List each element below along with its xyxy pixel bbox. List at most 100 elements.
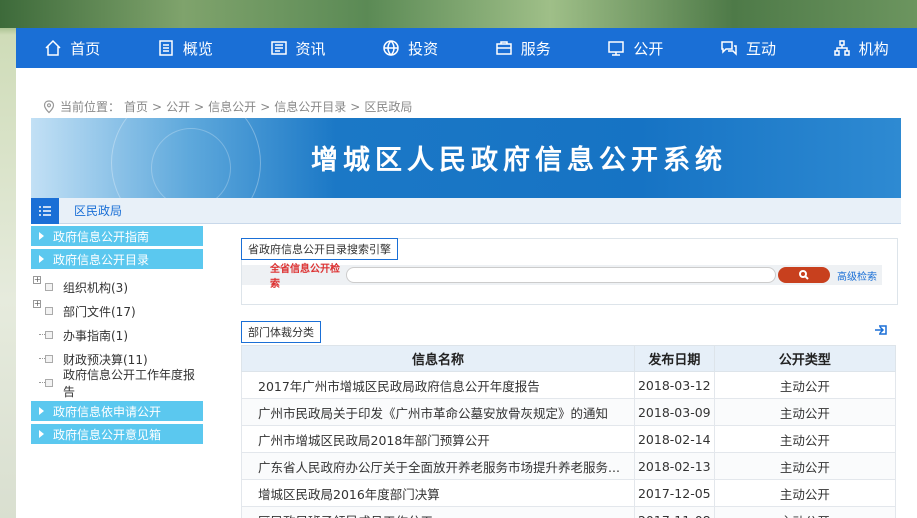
overview-icon xyxy=(157,39,175,57)
breadcrumb-current: 区民政局 xyxy=(364,100,413,114)
nav-overview[interactable]: 概览 xyxy=(129,28,242,68)
nav-public[interactable]: 公开 xyxy=(579,28,692,68)
expand-icon[interactable]: + xyxy=(33,300,41,308)
tree-item-label: 财政预决算(11) xyxy=(63,352,148,367)
sidebar-apply-button[interactable]: 政府信息依申请公开 xyxy=(31,401,203,421)
expand-icon[interactable]: + xyxy=(33,276,41,284)
table-header-row: 信息名称 发布日期 公开类型 xyxy=(241,345,897,372)
nav-home[interactable]: 首页 xyxy=(16,28,129,68)
sidebar-button-label: 政府信息公开意见箱 xyxy=(53,427,162,442)
nav-label: 机构 xyxy=(858,39,889,58)
row-type: 主动公开 xyxy=(713,479,897,507)
catalog-tree: + 组织机构(3) + 部门文件(17) 办事指南(1) 财政预决算(11) 政… xyxy=(31,275,206,399)
col-header-name: 信息名称 xyxy=(241,345,635,372)
breadcrumb-catalog[interactable]: 信息公开目录 xyxy=(274,98,346,115)
breadcrumb-separator: > xyxy=(194,99,205,114)
triangle-right-icon xyxy=(39,407,44,415)
table-row: 2017年广州市增城区民政局政府信息公开年度报告 2018-03-12 主动公开 xyxy=(241,371,897,399)
tree-connector xyxy=(39,382,45,383)
main-nav: 首页 概览 资讯 投资 服务 公开 互动 机构 xyxy=(16,28,917,68)
search-input[interactable] xyxy=(346,267,776,283)
search-icon xyxy=(799,270,809,280)
sidebar-catalog-button[interactable]: 政府信息公开目录 xyxy=(31,249,203,269)
row-title-link[interactable]: 广州市民政局关于印发《广州市革命公墓安放骨灰规定》的通知 xyxy=(241,398,635,426)
search-label: 全省信息公开检索 xyxy=(270,264,340,290)
triangle-right-icon xyxy=(39,255,44,263)
tree-item-org[interactable]: + 组织机构(3) xyxy=(31,275,206,299)
tree-item-docs[interactable]: + 部门文件(17) xyxy=(31,299,206,323)
list-icon xyxy=(31,197,59,224)
tree-item-annual-report[interactable]: 政府信息公开工作年度报告 xyxy=(31,368,206,399)
row-date: 2018-03-09 xyxy=(633,398,715,426)
row-title-link[interactable]: 广东省人民政府办公厅关于全面放开养老服务市场提升养老服务... xyxy=(241,452,635,480)
export-icon[interactable] xyxy=(874,323,888,337)
top-decoration xyxy=(0,0,917,28)
tab-bar: 区民政局 xyxy=(31,197,901,224)
row-type: 主动公开 xyxy=(713,398,897,426)
banner-title: 增城区人民政府信息公开系统 xyxy=(311,145,727,176)
sidebar-button-label: 政府信息公开目录 xyxy=(53,252,150,267)
tree-connector xyxy=(39,358,45,359)
breadcrumb-home[interactable]: 首页 xyxy=(124,98,148,115)
row-date: 2017-12-05 xyxy=(633,479,715,507)
advanced-search-link[interactable]: 高级检索 xyxy=(837,268,877,283)
folder-icon xyxy=(45,379,53,387)
sidebar-guide-button[interactable]: 政府信息公开指南 xyxy=(31,226,203,246)
row-title-link[interactable]: 广州市增城区民政局2018年部门预算公开 xyxy=(241,425,635,453)
tree-item-label: 部门文件(17) xyxy=(63,304,136,319)
sidebar-button-label: 政府信息公开指南 xyxy=(53,229,150,244)
monitor-icon xyxy=(607,39,625,57)
nav-label: 服务 xyxy=(520,39,551,58)
folder-icon xyxy=(45,283,53,291)
triangle-right-icon xyxy=(39,232,44,240)
col-header-date: 发布日期 xyxy=(633,345,715,372)
tree-item-label: 组织机构(3) xyxy=(63,280,128,295)
tree-item-label: 办事指南(1) xyxy=(63,328,128,343)
nav-org[interactable]: 机构 xyxy=(804,28,917,68)
location-icon xyxy=(42,99,56,114)
table-row: 广东省人民政府办公厅关于全面放开养老服务市场提升养老服务... 2018-02-… xyxy=(241,452,897,480)
triangle-right-icon xyxy=(39,430,44,438)
news-icon xyxy=(270,39,288,57)
row-type: 主动公开 xyxy=(713,506,897,518)
table-row: 区民政局班子领导成员工作分工 2017-11-08 主动公开 xyxy=(241,506,897,518)
nav-invest[interactable]: 投资 xyxy=(354,28,467,68)
nav-interact[interactable]: 互动 xyxy=(692,28,805,68)
main-content: 当前位置： 首页 > 公开 > 信息公开 > 信息公开目录 > 区民政局 增城区… xyxy=(16,68,917,518)
table-row: 广州市民政局关于印发《广州市革命公墓安放骨灰规定》的通知 2018-03-09 … xyxy=(241,398,897,426)
row-date: 2018-02-13 xyxy=(633,452,715,480)
row-title-link[interactable]: 区民政局班子领导成员工作分工 xyxy=(241,506,635,518)
nav-news[interactable]: 资讯 xyxy=(241,28,354,68)
sidebar: 政府信息公开指南 政府信息公开目录 + 组织机构(3) + 部门文件(17) 办… xyxy=(31,226,206,447)
search-row: 全省信息公开检索 高级检索 xyxy=(242,264,882,290)
folder-icon xyxy=(45,355,53,363)
info-table: 信息名称 发布日期 公开类型 2017年广州市增城区民政局政府信息公开年度报告 … xyxy=(241,345,897,518)
breadcrumb-prefix: 当前位置： xyxy=(60,100,121,114)
search-button[interactable] xyxy=(778,267,830,283)
nav-service[interactable]: 服务 xyxy=(467,28,580,68)
sidebar-button-label: 政府信息依申请公开 xyxy=(53,404,162,419)
row-type: 主动公开 xyxy=(713,452,897,480)
sidebar-feedback-button[interactable]: 政府信息公开意见箱 xyxy=(31,424,203,444)
tree-item-label: 政府信息公开工作年度报告 xyxy=(62,368,195,399)
row-type: 主动公开 xyxy=(713,425,897,453)
row-title-link[interactable]: 2017年广州市增城区民政局政府信息公开年度报告 xyxy=(241,371,635,399)
breadcrumb: 当前位置： 首页 > 公开 > 信息公开 > 信息公开目录 > 区民政局 xyxy=(42,98,412,115)
row-date: 2018-02-14 xyxy=(633,425,715,453)
tree-connector xyxy=(39,334,45,335)
row-type: 主动公开 xyxy=(713,371,897,399)
breadcrumb-separator: > xyxy=(350,99,361,114)
breadcrumb-info-public[interactable]: 信息公开 xyxy=(208,98,256,115)
row-title-link[interactable]: 增城区民政局2016年度部门决算 xyxy=(241,479,635,507)
home-icon xyxy=(44,39,62,57)
nav-label: 投资 xyxy=(408,39,439,58)
breadcrumb-public[interactable]: 公开 xyxy=(166,98,190,115)
folder-icon xyxy=(45,331,53,339)
table-row: 增城区民政局2016年度部门决算 2017-12-05 主动公开 xyxy=(241,479,897,507)
nav-label: 首页 xyxy=(70,39,101,58)
briefcase-icon xyxy=(495,39,513,57)
tree-item-guide[interactable]: 办事指南(1) xyxy=(31,323,206,347)
globe-icon xyxy=(382,39,400,57)
nav-label: 互动 xyxy=(746,39,777,58)
tab-dept[interactable]: 区民政局 xyxy=(74,202,122,219)
